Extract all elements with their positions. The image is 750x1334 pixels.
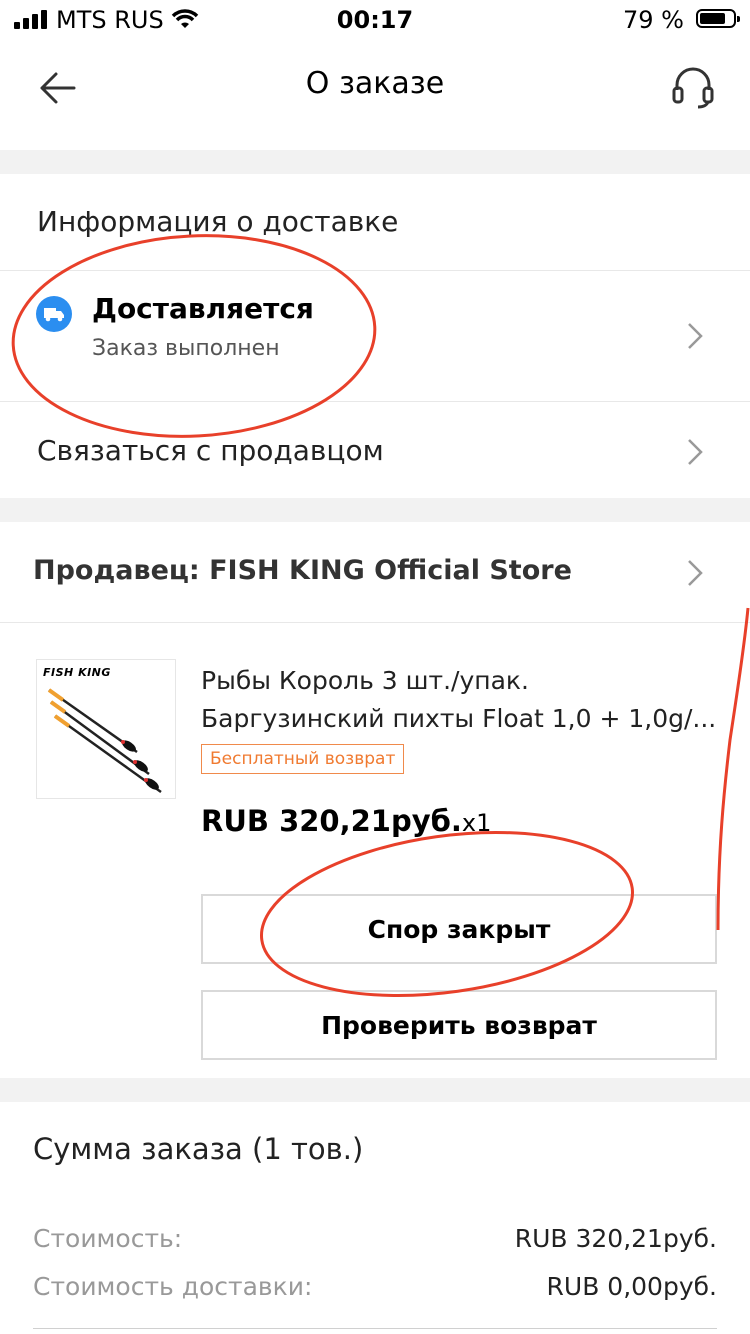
shipping-cost-label: Стоимость доставки: [33, 1272, 313, 1301]
section-gap [0, 150, 750, 174]
shipping-cost-value: RUB 0,00руб. [546, 1272, 717, 1301]
quantity: x1 [461, 809, 492, 837]
annotation-line-right [716, 607, 750, 931]
cost-value: RUB 320,21руб. [514, 1224, 717, 1253]
battery-icon [696, 9, 740, 28]
chevron-right-icon [688, 439, 703, 465]
price-value: RUB 320,21руб. [201, 804, 462, 838]
truck-icon [36, 296, 72, 332]
delivery-section-title: Информация о доставке [37, 205, 399, 238]
battery-percent: 79 % [623, 6, 684, 34]
check-return-button[interactable]: Проверить возврат [201, 990, 717, 1060]
divider [33, 1328, 717, 1329]
section-gap [0, 1078, 750, 1102]
product-image[interactable]: FISH KING [36, 659, 176, 799]
dispute-closed-button[interactable]: Спор закрыт [201, 894, 717, 964]
divider [0, 622, 750, 623]
free-return-badge: Бесплатный возврат [201, 744, 405, 774]
headset-icon[interactable] [670, 64, 716, 110]
delivery-status-sub: Заказ выполнен [92, 336, 280, 361]
delivery-status: Доставляется [92, 292, 314, 325]
contact-seller-label: Связаться с продавцом [37, 434, 384, 467]
product-title-line2: Баргузинский пихты Float 1,0 + 1,0g/... [201, 704, 717, 733]
product-title-line1: Рыбы Король 3 шт./упак. [201, 666, 529, 695]
section-gap [0, 498, 750, 522]
chevron-right-icon [688, 323, 703, 349]
page-title: О заказе [305, 66, 445, 101]
cost-label: Стоимость: [33, 1224, 183, 1253]
seller-name: Продавец: FISH KING Official Store [33, 555, 572, 586]
nav-header: О заказе [0, 42, 750, 150]
product-title[interactable]: Рыбы Король 3 шт./упак. Баргузинский пих… [201, 662, 721, 738]
order-summary-title: Сумма заказа (1 тов.) [33, 1132, 364, 1166]
fishing-floats-image [47, 688, 162, 794]
chevron-right-icon [688, 560, 703, 586]
product-price: RUB 320,21руб.x1 [201, 804, 491, 838]
status-bar: MTS RUS 00:17 79 % [0, 0, 750, 42]
